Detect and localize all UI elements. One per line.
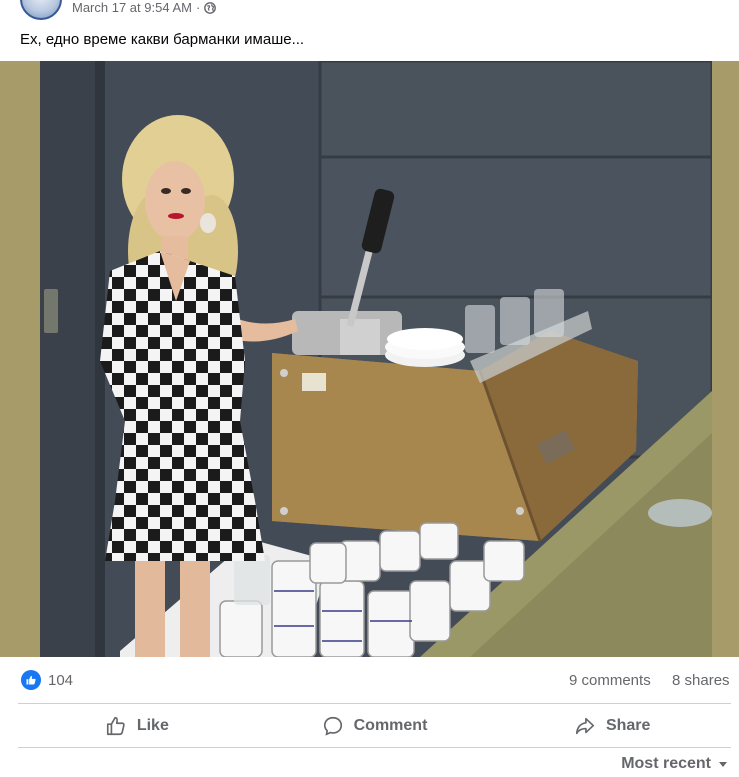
comment-label: Comment — [353, 717, 428, 734]
like-icon[interactable] — [21, 670, 41, 690]
sort-label: Most recent — [621, 755, 711, 772]
comment-icon — [323, 716, 342, 736]
shares-count[interactable]: 8 shares — [672, 672, 730, 689]
like-button[interactable]: Like — [18, 705, 256, 747]
like-count[interactable]: 104 — [48, 672, 73, 689]
comments-sort-dropdown[interactable]: Most recent — [621, 755, 729, 773]
globe-icon[interactable] — [204, 1, 217, 14]
share-button[interactable]: Share — [493, 705, 731, 747]
share-label: Share — [605, 717, 651, 734]
divider-bottom — [18, 747, 731, 748]
photo-image — [40, 61, 712, 657]
post-header: March 17 at 9:54 AM · — [0, 0, 739, 22]
post-actions: Like Comment Share — [18, 705, 731, 747]
meta-separator: · — [195, 0, 201, 15]
caret-down-icon — [719, 762, 727, 767]
reaction-stats: 104 9 comments 8 shares — [0, 662, 739, 700]
comments-count[interactable]: 9 comments — [569, 672, 651, 689]
post-caption: Ех, едно време какви барманки имаше... — [20, 31, 305, 48]
thumbs-up-icon — [106, 716, 125, 736]
post-timestamp[interactable]: March 17 at 9:54 AM — [72, 0, 192, 15]
like-label: Like — [136, 717, 169, 734]
comment-button[interactable]: Comment — [256, 705, 494, 747]
author-avatar[interactable] — [20, 0, 62, 20]
post-photo[interactable] — [40, 61, 712, 657]
photo-frame — [0, 61, 739, 657]
post-meta: March 17 at 9:54 AM · — [72, 0, 217, 15]
divider-top — [18, 703, 731, 704]
share-icon — [575, 717, 595, 735]
